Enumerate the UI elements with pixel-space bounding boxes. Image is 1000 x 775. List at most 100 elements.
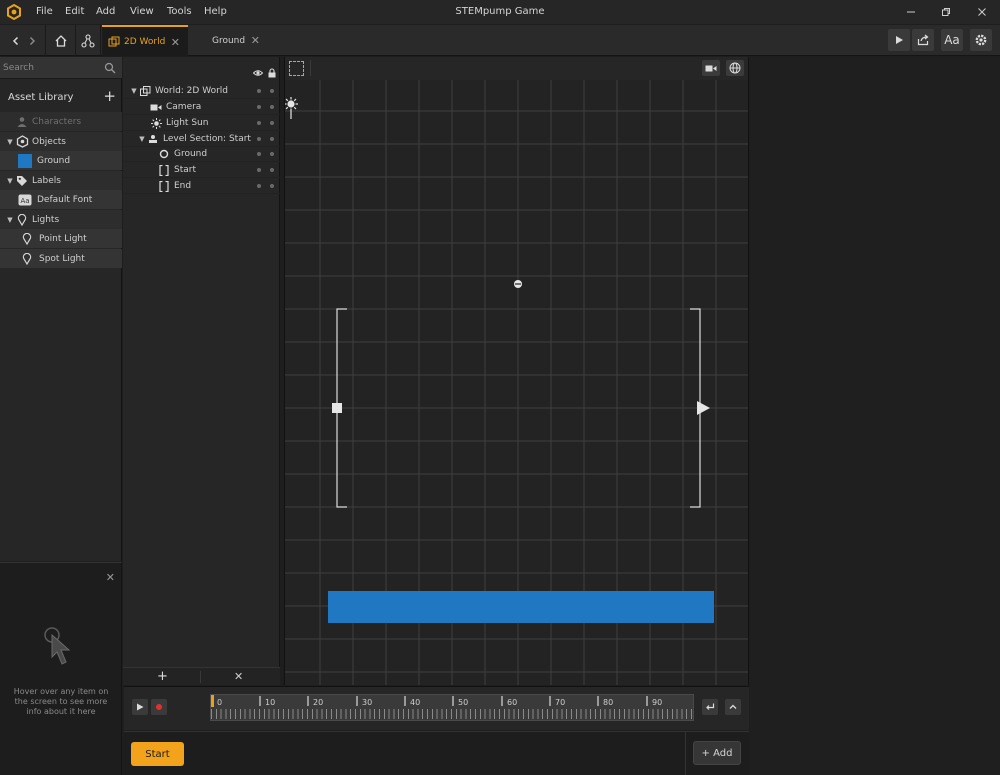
- visibility-dot[interactable]: [257, 152, 261, 156]
- hierarchy-row-label: Level Section: Start: [163, 134, 251, 144]
- timeline-ticks: [211, 709, 693, 719]
- hierarchy-row-end[interactable]: End: [123, 179, 280, 194]
- add-button[interactable]: + Add: [693, 741, 741, 765]
- asset-search-input[interactable]: [3, 61, 99, 75]
- asset-row-label: Objects: [32, 136, 67, 147]
- timeline-label: 70: [555, 698, 566, 707]
- hierarchy-button[interactable]: [78, 31, 98, 51]
- timeline-bar: 0 10 20 30 40 50 60 70 80 90: [124, 686, 749, 730]
- lock-dot[interactable]: [270, 137, 274, 141]
- caret-down-icon[interactable]: ▼: [137, 135, 147, 143]
- asset-item-spot-light[interactable]: Spot Light: [0, 249, 122, 268]
- asset-item-point-light[interactable]: Point Light: [0, 229, 122, 248]
- expand-timeline-button[interactable]: [725, 699, 741, 715]
- home-button[interactable]: [51, 31, 71, 51]
- sun-gizmo-icon[interactable]: [285, 97, 298, 119]
- visibility-dot[interactable]: [257, 137, 261, 141]
- lock-dot[interactable]: [270, 121, 274, 125]
- visibility-dot[interactable]: [257, 184, 261, 188]
- caret-down-icon[interactable]: ▼: [5, 177, 15, 185]
- timeline-label: 0: [217, 698, 223, 707]
- asset-category-objects[interactable]: ▼ Objects: [0, 132, 122, 151]
- hierarchy-row-light-sun[interactable]: Light Sun: [123, 116, 280, 131]
- asset-category-lights[interactable]: ▼ Lights: [0, 210, 122, 229]
- minimize-button[interactable]: [898, 3, 924, 21]
- caret-down-icon[interactable]: ▼: [5, 216, 15, 224]
- play-button[interactable]: [888, 29, 910, 51]
- menu-add[interactable]: Add: [96, 6, 115, 17]
- asset-item-default-font[interactable]: Aa Default Font: [0, 190, 122, 209]
- close-window-button[interactable]: [969, 3, 995, 21]
- objects-icon: [15, 135, 29, 149]
- asset-category-labels[interactable]: ▼ Labels: [0, 171, 122, 190]
- timeline-ruler[interactable]: 0 10 20 30 40 50 60 70 80 90: [210, 694, 694, 721]
- caret-down-icon[interactable]: ▼: [129, 87, 139, 95]
- hierarchy-row-level-section[interactable]: ▼ Level Section: Start: [123, 132, 280, 147]
- tab-bar: 2D World ✕ Ground ✕ Aa: [0, 25, 1000, 56]
- hierarchy-row-world[interactable]: ▼ World: 2D World: [123, 84, 280, 99]
- close-help-icon[interactable]: ✕: [106, 571, 115, 584]
- menu-tools[interactable]: Tools: [167, 6, 192, 17]
- hierarchy-row-ground[interactable]: Ground: [123, 147, 280, 162]
- forward-button[interactable]: [22, 31, 42, 51]
- tab-2d-world[interactable]: 2D World ✕: [102, 25, 188, 56]
- timeline-record-button[interactable]: [151, 699, 167, 715]
- camera-icon: [705, 65, 717, 71]
- asset-row-label: Spot Light: [39, 253, 85, 264]
- visibility-eye-icon[interactable]: [253, 68, 263, 78]
- world-tab-icon: [108, 36, 120, 46]
- end-arrow-handle[interactable]: [697, 401, 710, 415]
- tab-label: Ground: [212, 35, 246, 46]
- share-button[interactable]: [912, 29, 934, 51]
- asset-row-label: Lights: [32, 214, 60, 225]
- tab-ground[interactable]: Ground ✕: [188, 25, 268, 56]
- chevron-up-icon: [729, 704, 737, 709]
- add-object-button[interactable]: +: [157, 669, 168, 684]
- menu-view[interactable]: View: [130, 6, 154, 17]
- loop-button[interactable]: [702, 699, 718, 715]
- timeline-playhead[interactable]: [211, 695, 214, 707]
- timeline-play-button[interactable]: [132, 699, 148, 715]
- marquee-select-tool[interactable]: [289, 61, 304, 76]
- lock-dot[interactable]: [270, 184, 274, 188]
- visibility-dot[interactable]: [257, 121, 261, 125]
- title-bar: File Edit Add View Tools Help STEMpump G…: [0, 0, 1000, 24]
- delete-object-button[interactable]: ✕: [234, 670, 243, 683]
- start-button[interactable]: Start: [131, 742, 184, 766]
- menu-help[interactable]: Help: [204, 6, 227, 17]
- menu-file[interactable]: File: [36, 6, 53, 17]
- ground-object[interactable]: [328, 591, 714, 623]
- scene-grid: [285, 80, 748, 685]
- asset-row-label: Point Light: [39, 233, 87, 244]
- font-button[interactable]: Aa: [941, 29, 963, 51]
- lock-icon[interactable]: [267, 68, 277, 78]
- sun-icon: [150, 117, 162, 129]
- add-asset-button[interactable]: +: [103, 89, 116, 104]
- camera-center-handle[interactable]: [514, 280, 522, 288]
- globe-view-button[interactable]: [726, 60, 744, 76]
- visibility-dot[interactable]: [257, 89, 261, 93]
- close-tab-icon[interactable]: ✕: [171, 36, 180, 49]
- help-panel: ✕ Hover over any item on the screen to s…: [0, 562, 122, 775]
- hierarchy-row-start[interactable]: Start: [123, 163, 280, 178]
- asset-item-ground[interactable]: Ground: [0, 151, 122, 170]
- lock-dot[interactable]: [270, 89, 274, 93]
- menu-edit[interactable]: Edit: [65, 6, 84, 17]
- scene-viewport[interactable]: [284, 57, 749, 685]
- visibility-dot[interactable]: [257, 168, 261, 172]
- start-handle[interactable]: [332, 403, 342, 413]
- lock-dot[interactable]: [270, 105, 274, 109]
- lock-dot[interactable]: [270, 152, 274, 156]
- close-tab-icon[interactable]: ✕: [251, 34, 260, 47]
- camera-view-button[interactable]: [702, 60, 720, 76]
- visibility-dot[interactable]: [257, 105, 261, 109]
- settings-button[interactable]: [970, 29, 992, 51]
- restore-button[interactable]: [933, 3, 959, 21]
- toolbar-divider: [310, 60, 311, 76]
- hierarchy-row-label: World: 2D World: [155, 86, 228, 96]
- caret-down-icon[interactable]: ▼: [5, 138, 15, 146]
- asset-category-characters[interactable]: Characters: [0, 112, 122, 131]
- svg-text:Aa: Aa: [20, 197, 29, 205]
- lock-dot[interactable]: [270, 168, 274, 172]
- hierarchy-row-camera[interactable]: Camera: [123, 100, 280, 115]
